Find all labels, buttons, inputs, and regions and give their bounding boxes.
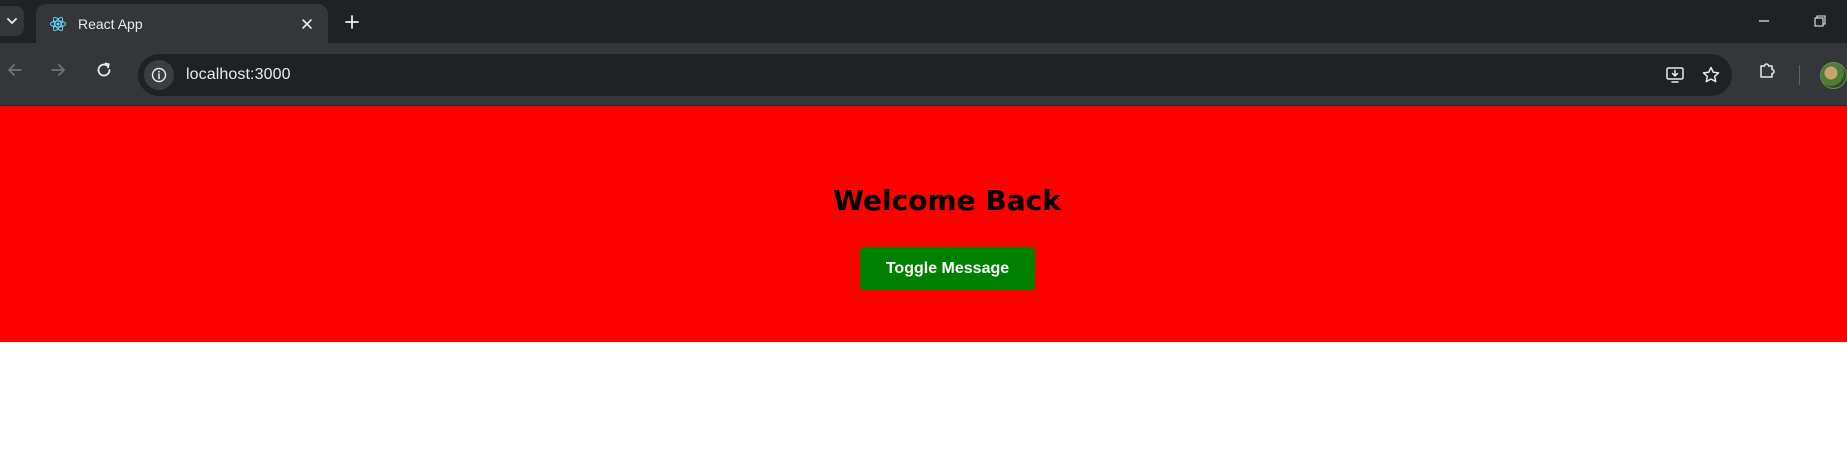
tab-close-button[interactable] bbox=[296, 13, 318, 35]
bookmark-button[interactable] bbox=[1696, 60, 1726, 90]
minimize-icon bbox=[1759, 20, 1769, 22]
tab-search-button[interactable] bbox=[0, 6, 24, 36]
info-icon bbox=[151, 67, 167, 83]
extensions-button[interactable] bbox=[1752, 55, 1782, 85]
close-icon bbox=[302, 19, 312, 29]
tab-react-app[interactable]: React App bbox=[36, 4, 328, 44]
restore-icon bbox=[1814, 15, 1826, 27]
install-app-icon bbox=[1666, 67, 1684, 83]
new-tab-button[interactable] bbox=[340, 10, 364, 34]
puzzle-icon bbox=[1760, 63, 1775, 78]
back-button[interactable] bbox=[0, 55, 30, 85]
arrow-left-icon bbox=[8, 64, 22, 76]
reload-icon bbox=[97, 62, 111, 77]
react-logo-icon bbox=[48, 14, 68, 34]
star-icon bbox=[1702, 66, 1720, 83]
chevron-down-icon bbox=[7, 18, 17, 24]
tab-title: React App bbox=[78, 16, 143, 32]
restore-button[interactable] bbox=[1800, 8, 1840, 34]
minimize-button[interactable] bbox=[1744, 8, 1784, 34]
forward-button[interactable] bbox=[43, 55, 73, 85]
toolbar-divider bbox=[1799, 65, 1800, 85]
arrow-right-icon bbox=[51, 64, 65, 76]
browser-tab-strip: React App bbox=[0, 0, 1847, 44]
welcome-heading: Welcome Back bbox=[833, 184, 1061, 217]
site-info-button[interactable] bbox=[144, 60, 174, 90]
plus-icon bbox=[345, 15, 359, 29]
url-text[interactable]: localhost:3000 bbox=[186, 66, 1660, 84]
page-viewport: Welcome Back Toggle Message bbox=[0, 106, 1847, 468]
address-bar[interactable]: localhost:3000 bbox=[138, 54, 1732, 96]
app-banner: Welcome Back Toggle Message bbox=[0, 106, 1847, 342]
install-app-button[interactable] bbox=[1660, 60, 1690, 90]
browser-toolbar: localhost:3000 bbox=[0, 43, 1847, 106]
reload-button[interactable] bbox=[89, 55, 119, 85]
toggle-message-button[interactable]: Toggle Message bbox=[860, 247, 1035, 290]
profile-avatar[interactable] bbox=[1820, 62, 1847, 89]
